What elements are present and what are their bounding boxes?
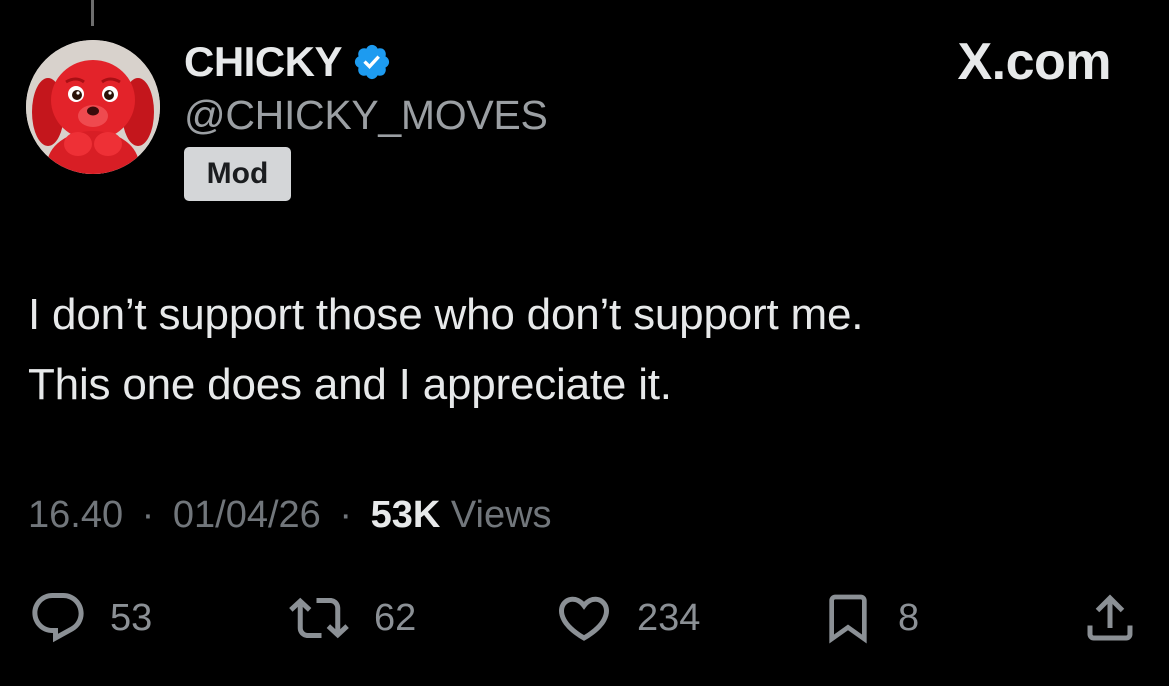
- like-heart-icon: [558, 596, 610, 641]
- repost-count: 62: [374, 596, 417, 639]
- repost-button[interactable]: 62: [286, 588, 416, 648]
- bookmark-button[interactable]: 8: [820, 588, 919, 648]
- share-icon: [1087, 594, 1133, 641]
- site-logo-text: X.com: [957, 33, 1111, 91]
- action-bar: 53 62 234 8: [0, 588, 1169, 648]
- views-count: 53K: [370, 494, 441, 536]
- post-card: CHICKY @CHICKY_MOVES Mod X.com I don’t s…: [0, 0, 1169, 686]
- like-button[interactable]: 234: [553, 588, 700, 648]
- verified-badge-icon[interactable]: [352, 42, 392, 82]
- bookmark-count: 8: [898, 596, 920, 639]
- reply-icon: [32, 593, 84, 643]
- views-label: Views: [450, 494, 552, 536]
- mod-badge: Mod: [184, 147, 291, 201]
- like-count: 234: [637, 596, 701, 639]
- meta-separator: ·: [141, 494, 155, 536]
- meta-separator: ·: [339, 494, 353, 536]
- post-time[interactable]: 16.40: [28, 494, 123, 536]
- avatar[interactable]: [26, 40, 160, 174]
- red-puppy-avatar-icon: [26, 40, 160, 174]
- author-handle[interactable]: @CHICKY_MOVES: [184, 92, 548, 139]
- author-name-row: CHICKY: [184, 38, 392, 86]
- reply-button[interactable]: 53: [28, 588, 152, 648]
- bookmark-icon: [829, 594, 867, 644]
- post-meta: 16.40 · 01/04/26 · 53K Views: [28, 494, 552, 537]
- thread-connector-line: [91, 0, 94, 26]
- author-display-name[interactable]: CHICKY: [184, 38, 343, 86]
- post-body: I don’t support those who don’t support …: [28, 280, 1128, 420]
- repost-icon: [289, 597, 349, 639]
- reply-count: 53: [110, 596, 153, 639]
- share-button[interactable]: [1080, 588, 1140, 648]
- post-text-line-2: This one does and I appreciate it.: [28, 360, 672, 409]
- post-text-line-1: I don’t support those who don’t support …: [28, 290, 864, 339]
- post-date[interactable]: 01/04/26: [173, 494, 321, 536]
